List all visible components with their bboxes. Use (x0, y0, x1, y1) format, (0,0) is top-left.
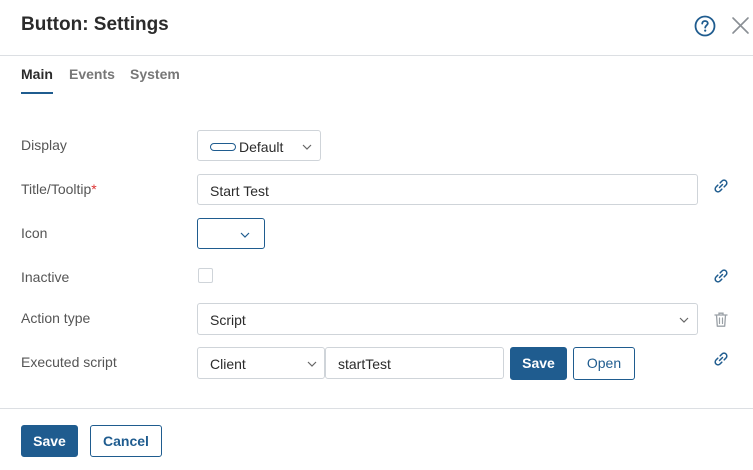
script-mode-value: Client (210, 356, 246, 372)
title-tooltip-label-text: Title/Tooltip (21, 181, 92, 197)
action-type-select[interactable]: Script (197, 303, 698, 335)
inactive-label: Inactive (21, 269, 70, 285)
trash-icon[interactable] (713, 311, 729, 328)
help-circle-icon[interactable] (694, 15, 716, 37)
chevron-down-icon (240, 232, 250, 238)
footer-divider (0, 408, 753, 409)
action-type-value: Script (210, 312, 246, 328)
link-icon[interactable] (713, 178, 729, 194)
tab-main[interactable]: Main (21, 66, 53, 82)
display-select[interactable]: Default (197, 130, 321, 161)
chevron-down-icon (302, 144, 312, 150)
link-icon[interactable] (713, 351, 729, 367)
display-label: Display (21, 137, 67, 153)
icon-label: Icon (21, 225, 48, 241)
cancel-button[interactable]: Cancel (90, 425, 162, 457)
dialog-header: Button: Settings (0, 0, 753, 56)
required-mark: * (91, 181, 97, 197)
chevron-down-icon (679, 317, 689, 323)
save-button[interactable]: Save (21, 425, 78, 457)
close-icon[interactable] (731, 16, 750, 35)
title-tooltip-value: Start Test (210, 183, 269, 199)
tab-system[interactable]: System (130, 66, 180, 82)
button-style-preview (210, 143, 236, 151)
active-tab-indicator (21, 92, 53, 94)
tab-events[interactable]: Events (69, 66, 115, 82)
display-value: Default (239, 139, 284, 155)
inactive-checkbox[interactable] (198, 268, 213, 283)
executed-script-label: Executed script (21, 354, 117, 370)
action-type-label: Action type (21, 310, 91, 326)
script-open-button[interactable]: Open (573, 347, 635, 380)
title-tooltip-label: Title/Tooltip* (21, 181, 97, 197)
link-icon[interactable] (713, 268, 729, 284)
dialog-title: Button: Settings (21, 14, 169, 35)
script-mode-select[interactable]: Client (197, 347, 325, 379)
script-save-button[interactable]: Save (510, 347, 567, 380)
script-name-input[interactable]: startTest (325, 347, 504, 379)
title-tooltip-input[interactable]: Start Test (197, 174, 698, 205)
chevron-down-icon (307, 361, 317, 367)
script-name-value: startTest (338, 356, 391, 372)
icon-select[interactable] (197, 218, 265, 249)
